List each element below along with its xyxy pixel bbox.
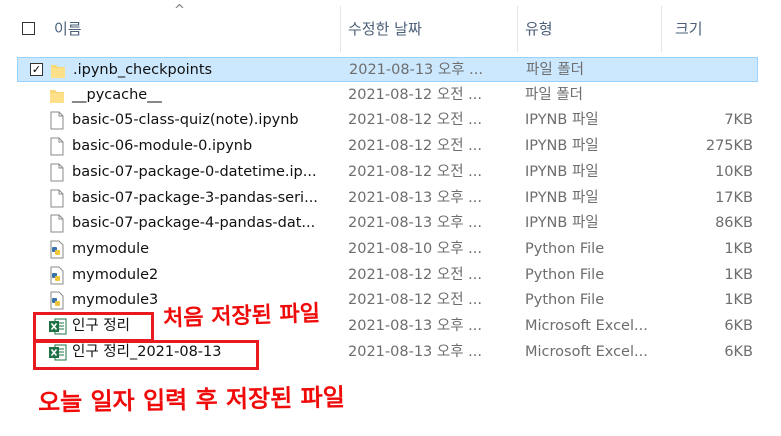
file-date: 2021-08-13 오후 ...	[348, 189, 482, 206]
column-size-label: 크기	[675, 20, 703, 38]
file-row[interactable]: mymodule 2021-08-10 오후 ... Python File 1KB	[17, 237, 758, 262]
file-date: 2021-08-13 오후 ...	[348, 343, 482, 360]
file-size: 86KB	[715, 215, 753, 232]
file-name: mymodule	[72, 240, 150, 257]
file-type: IPYNB 파일	[525, 138, 599, 155]
file-type: IPYNB 파일	[525, 112, 599, 129]
document-icon	[49, 137, 65, 156]
file-date: 2021-08-12 오전 ...	[348, 86, 482, 103]
file-row[interactable]: __pycache__ 2021-08-12 오전 ... 파일 폴더	[17, 83, 758, 108]
file-size: 1KB	[724, 292, 753, 309]
column-header-bar: ^ 이름 수정한 날짜 유형 크기	[0, 0, 781, 58]
file-name: basic-07-package-4-pandas-dat...	[72, 215, 316, 232]
select-all-checkbox[interactable]	[22, 22, 35, 35]
file-type: Python File	[525, 240, 605, 257]
file-name: mymodule3	[72, 292, 159, 309]
document-icon	[49, 111, 65, 130]
file-size: 1KB	[724, 240, 753, 257]
folder-icon	[50, 61, 66, 80]
annotation-first-saved: 처음 저장된 파일	[162, 301, 321, 332]
file-date: 2021-08-12 오전 ...	[348, 266, 482, 283]
file-date: 2021-08-12 오전 ...	[348, 163, 482, 180]
column-date-header[interactable]: 수정한 날짜	[348, 0, 518, 58]
file-date: 2021-08-12 오전 ...	[348, 292, 482, 309]
column-divider[interactable]	[340, 6, 341, 52]
file-type: 파일 폴더	[525, 86, 583, 103]
folder-icon	[49, 86, 65, 105]
file-size: 7KB	[724, 112, 753, 129]
column-type-label: 유형	[525, 20, 553, 38]
file-type: Python File	[525, 266, 605, 283]
file-type: IPYNB 파일	[525, 163, 599, 180]
file-name: basic-05-class-quiz(note).ipynb	[72, 112, 299, 129]
python-file-icon	[49, 240, 65, 259]
file-date: 2021-08-12 오전 ...	[348, 112, 482, 129]
file-date: 2021-08-12 오전 ...	[348, 138, 482, 155]
column-name-label: 이름	[54, 20, 82, 38]
file-row[interactable]: basic-07-package-0-datetime.ip... 2021-08…	[17, 160, 758, 185]
annotation-today-saved: 오늘 일자 입력 후 저장된 파일	[37, 383, 346, 417]
document-icon	[49, 163, 65, 182]
column-type-header[interactable]: 유형	[525, 0, 660, 58]
file-date: 2021-08-13 오후 ...	[348, 318, 482, 334]
file-size: 10KB	[715, 163, 753, 180]
file-type: Microsoft Excel...	[525, 318, 648, 334]
document-icon	[49, 214, 65, 233]
python-file-icon	[49, 291, 65, 310]
file-size: 1KB	[724, 266, 753, 283]
column-date-label: 수정한 날짜	[348, 20, 422, 38]
file-type: 파일 폴더	[526, 62, 584, 78]
file-type: Microsoft Excel...	[525, 343, 648, 360]
file-row[interactable]: mymodule2 2021-08-12 오전 ... Python File 1KB	[17, 263, 758, 288]
document-icon	[49, 189, 65, 208]
file-name: basic-06-module-0.ipynb	[72, 138, 253, 155]
file-size: 6KB	[724, 318, 753, 334]
file-row[interactable]: mymodule3 2021-08-12 오전 ... Python File 1KB	[17, 288, 758, 313]
file-date: 2021-08-10 오후 ...	[348, 240, 482, 257]
file-row[interactable]: basic-05-class-quiz(note).ipynb 2021-08-1…	[17, 108, 758, 133]
file-date: 2021-08-13 오후 ...	[348, 215, 482, 232]
file-size: 275KB	[705, 138, 753, 155]
file-type: Python File	[525, 292, 605, 309]
file-date: 2021-08-13 오후 ...	[349, 62, 483, 78]
file-name: basic-07-package-3-pandas-seri...	[72, 189, 318, 206]
column-divider[interactable]	[517, 6, 518, 52]
file-size: 6KB	[724, 343, 753, 360]
file-name: basic-07-package-0-datetime.ip...	[72, 163, 317, 180]
file-row[interactable]: basic-07-package-3-pandas-seri... 2021-08…	[17, 186, 758, 211]
file-name: mymodule2	[72, 266, 159, 283]
file-row[interactable]: ✓ .ipynb_checkpoints 2021-08-13 오후 ... 파일 폴…	[17, 57, 758, 82]
column-size-header[interactable]: 크기	[675, 0, 765, 58]
file-name: .ipynb_checkpoints	[73, 62, 213, 78]
highlight-box-today-saved	[33, 340, 259, 370]
column-name-header[interactable]: 이름	[54, 0, 340, 58]
file-type: IPYNB 파일	[525, 215, 599, 232]
file-row[interactable]: basic-06-module-0.ipynb 2021-08-12 오전 ...…	[17, 134, 758, 159]
file-row[interactable]: basic-07-package-4-pandas-dat... 2021-08-…	[17, 211, 758, 236]
column-divider[interactable]	[661, 6, 662, 52]
file-type: IPYNB 파일	[525, 189, 599, 206]
highlight-box-first-saved	[33, 312, 154, 342]
file-name: __pycache__	[72, 86, 162, 103]
row-checkbox[interactable]: ✓	[30, 63, 43, 76]
file-size: 17KB	[715, 189, 753, 206]
python-file-icon	[49, 266, 65, 285]
